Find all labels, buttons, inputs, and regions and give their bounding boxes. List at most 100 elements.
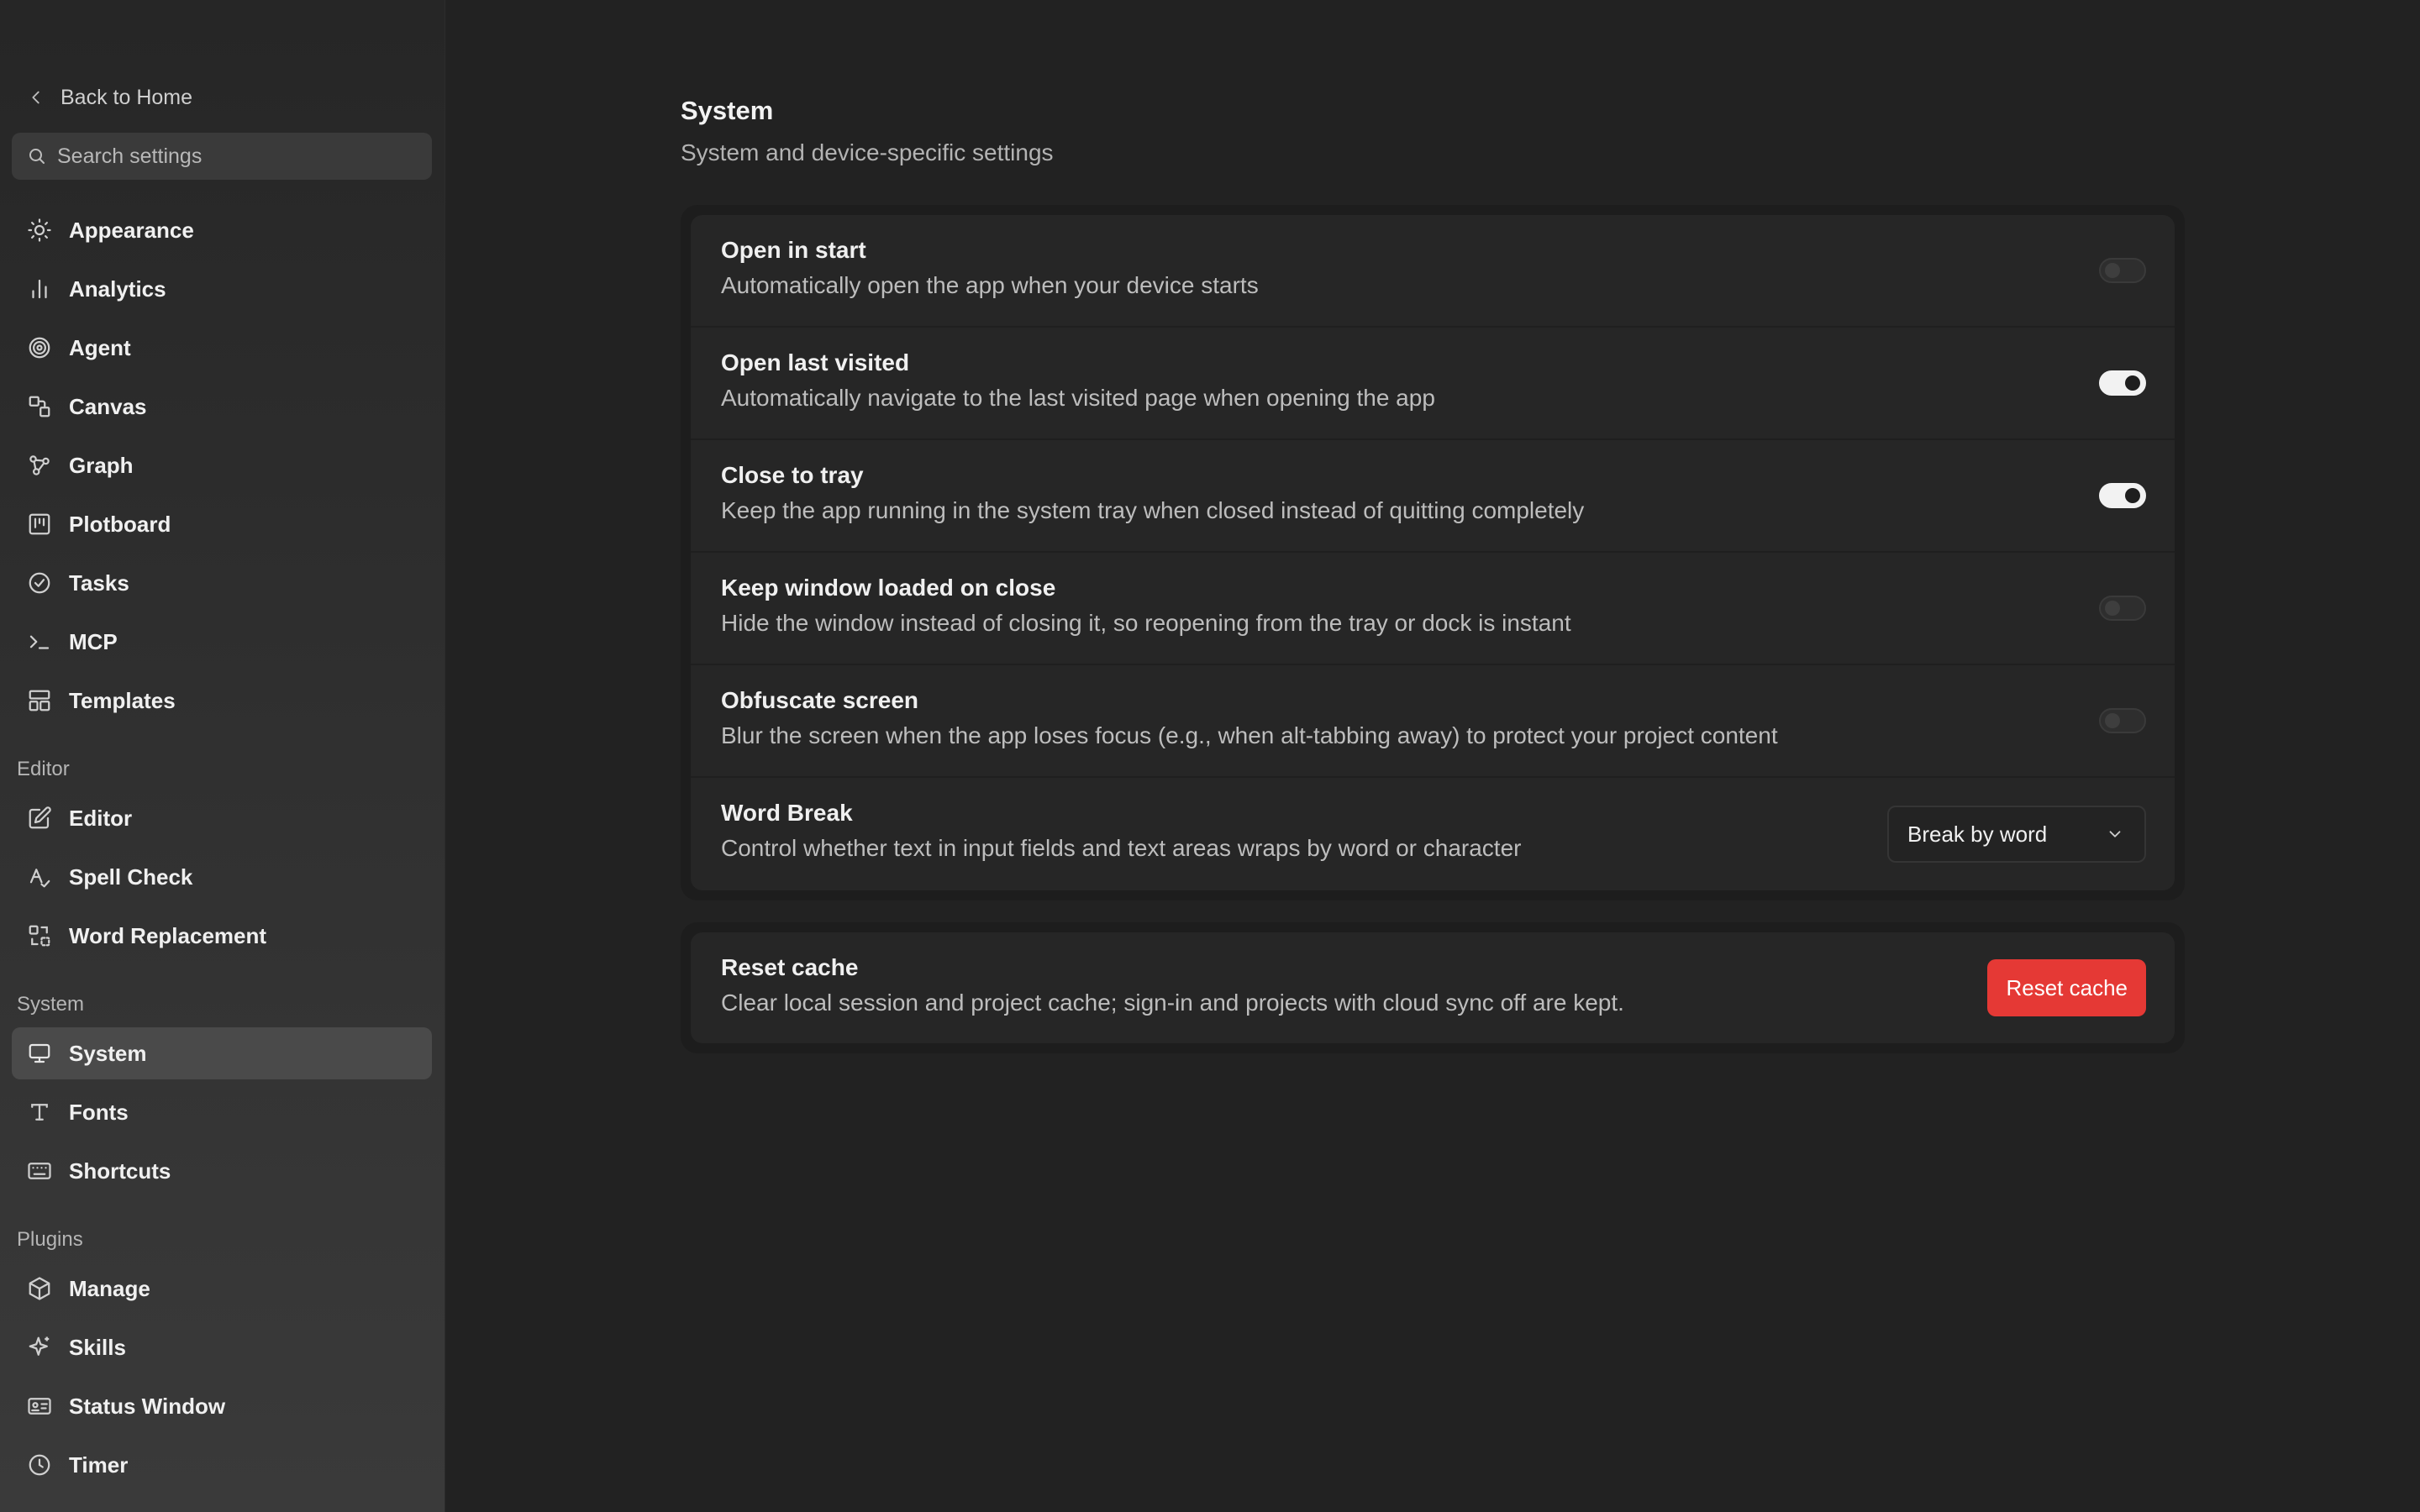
setting-row-keep-window-loaded: Keep window loaded on close Hide the win… xyxy=(691,553,2175,665)
terminal-icon xyxy=(29,635,50,649)
sidebar-item-label: Plotboard xyxy=(69,511,171,537)
sidebar-item-label: Agent xyxy=(69,334,131,360)
spiral-icon xyxy=(29,337,50,359)
setting-row-open-in-start: Open in start Automatically open the app… xyxy=(691,215,2175,328)
sidebar-item-label: Canvas xyxy=(69,393,147,419)
setting-title: Close to tray xyxy=(721,462,864,488)
edit-icon xyxy=(29,806,51,829)
sparkles-icon xyxy=(29,1336,50,1356)
chevron-down-icon xyxy=(2109,831,2121,837)
monitor-icon xyxy=(29,1043,50,1063)
setting-row-word-break: Word Break Control whether text in input… xyxy=(691,778,2175,890)
setting-title: Open last visited xyxy=(721,349,910,375)
keep-window-loaded-toggle[interactable] xyxy=(2099,596,2146,621)
setting-row-close-to-tray: Close to tray Keep the app running in th… xyxy=(691,440,2175,553)
app-window: Back to Home Appearance Analytics Agent … xyxy=(0,0,2420,1512)
sidebar-item-label: Word Replacement xyxy=(69,922,267,948)
chevron-left-icon xyxy=(32,91,39,104)
check-circle-icon xyxy=(29,572,50,594)
sidebar-item-manage[interactable]: Manage xyxy=(12,1263,432,1315)
toggle-knob xyxy=(2125,488,2140,503)
page-subtitle: System and device-specific settings xyxy=(681,139,1054,165)
reset-cache-button[interactable]: Reset cache xyxy=(1987,959,2146,1016)
sidebar-item-label: Spell Check xyxy=(69,864,193,890)
setting-description: Automatically navigate to the last visit… xyxy=(721,385,1435,411)
sidebar-item-status-window[interactable]: Status Window xyxy=(12,1380,432,1432)
setting-row-open-last-visited: Open last visited Automatically navigate… xyxy=(691,328,2175,440)
setting-row-obfuscate-screen: Obfuscate screen Blur the screen when th… xyxy=(691,665,2175,778)
sidebar-item-editor[interactable]: Editor xyxy=(12,792,432,844)
setting-description: Clear local session and project cache; s… xyxy=(721,990,1624,1016)
sidebar-item-label: Status Window xyxy=(69,1393,226,1419)
sidebar-item-label: Tasks xyxy=(69,570,129,596)
sidebar-item-plotboard[interactable]: Plotboard xyxy=(12,498,432,550)
reset-cache-card: Reset cache Clear local session and proj… xyxy=(681,922,2185,1053)
graph-nodes-icon xyxy=(29,455,50,475)
layout-icon xyxy=(29,690,50,711)
setting-title: Reset cache xyxy=(721,954,859,980)
setting-title: Open in start xyxy=(721,237,866,263)
sidebar-item-label: Appearance xyxy=(69,217,194,243)
section-title-editor: Editor xyxy=(17,758,70,780)
open-last-visited-toggle[interactable] xyxy=(2099,370,2146,396)
setting-title: Word Break xyxy=(721,800,853,826)
replace-icon xyxy=(29,925,50,947)
sidebar-item-word-replacement[interactable]: Word Replacement xyxy=(12,910,432,962)
sidebar-item-label: Templates xyxy=(69,687,176,713)
close-to-tray-toggle[interactable] xyxy=(2099,483,2146,508)
sidebar-item-label: Editor xyxy=(69,805,133,831)
section-title-system: System xyxy=(17,993,85,1016)
package-icon xyxy=(29,1277,50,1300)
sidebar-item-templates[interactable]: Templates xyxy=(12,675,432,727)
sidebar-item-mcp[interactable]: MCP xyxy=(12,616,432,668)
setting-description: Hide the window instead of closing it, s… xyxy=(721,610,1571,636)
toggle-knob xyxy=(2125,375,2140,391)
setting-description: Automatically open the app when your dev… xyxy=(721,272,1259,298)
page-title: System xyxy=(681,96,774,125)
toggle-knob xyxy=(2105,713,2120,728)
open-in-start-toggle[interactable] xyxy=(2099,258,2146,283)
word-break-select-value: Break by word xyxy=(1907,821,2048,847)
toggle-knob xyxy=(2105,601,2120,616)
setting-title: Obfuscate screen xyxy=(721,687,918,713)
setting-description: Keep the app running in the system tray … xyxy=(721,497,1585,523)
sidebar-item-spell-check[interactable]: Spell Check xyxy=(12,851,432,903)
sidebar-item-timer[interactable]: Timer xyxy=(12,1439,432,1491)
sidebar-item-graph[interactable]: Graph xyxy=(12,439,432,491)
keyboard-icon xyxy=(28,1163,51,1179)
sidebar-item-system[interactable]: System xyxy=(12,1027,432,1079)
sidebar-item-appearance[interactable]: Appearance xyxy=(12,204,432,256)
search-icon xyxy=(29,149,45,164)
sidebar-item-skills[interactable]: Skills xyxy=(12,1321,432,1373)
settings-sidebar: Back to Home Appearance Analytics Agent … xyxy=(0,0,445,1512)
back-to-home-link[interactable]: Back to Home xyxy=(27,81,192,114)
setting-description: Control whether text in input fields and… xyxy=(721,835,1522,861)
sidebar-item-fonts[interactable]: Fonts xyxy=(12,1086,432,1138)
toggle-knob xyxy=(2105,263,2120,278)
sidebar-item-label: Analytics xyxy=(69,276,166,302)
search-input[interactable] xyxy=(57,144,432,169)
sidebar-item-label: Shortcuts xyxy=(69,1158,171,1184)
section-title-plugins: Plugins xyxy=(17,1228,83,1251)
clock-icon xyxy=(29,1454,50,1476)
sidebar-item-agent[interactable]: Agent xyxy=(12,322,432,374)
shapes-icon xyxy=(29,396,50,417)
sidebar-item-label: MCP xyxy=(69,628,118,654)
settings-card: Open in start Automatically open the app… xyxy=(681,205,2185,900)
search-box[interactable] xyxy=(12,133,432,180)
obfuscate-screen-toggle[interactable] xyxy=(2099,708,2146,733)
sun-icon xyxy=(28,218,51,242)
word-break-select[interactable]: Break by word xyxy=(1887,806,2146,863)
type-icon xyxy=(31,1104,48,1121)
sidebar-item-analytics[interactable]: Analytics xyxy=(12,263,432,315)
sidebar-item-label: Graph xyxy=(69,452,134,478)
sidebar-item-shortcuts[interactable]: Shortcuts xyxy=(12,1145,432,1197)
id-card-icon xyxy=(28,1398,51,1415)
sidebar-item-canvas[interactable]: Canvas xyxy=(12,381,432,433)
kanban-icon xyxy=(29,513,50,535)
sidebar-item-label: Skills xyxy=(69,1334,126,1360)
sidebar-item-label: Timer xyxy=(69,1452,129,1478)
setting-description: Blur the screen when the app loses focus… xyxy=(721,722,1778,748)
setting-row-reset-cache: Reset cache Clear local session and proj… xyxy=(691,932,2175,1043)
sidebar-item-tasks[interactable]: Tasks xyxy=(12,557,432,609)
